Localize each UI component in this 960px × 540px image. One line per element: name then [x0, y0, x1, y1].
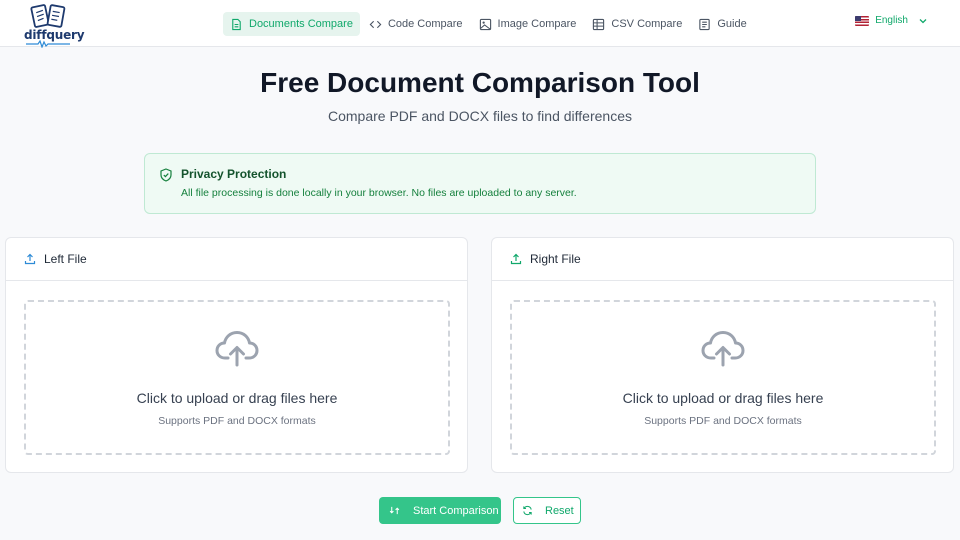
cloud-upload-icon	[701, 331, 745, 367]
top-header: diffquery Documents Compare Code Compare…	[0, 0, 960, 48]
privacy-notice: Privacy Protection All file processing i…	[144, 153, 816, 214]
nav-code-compare[interactable]: Code Compare	[362, 12, 470, 36]
upload-icon	[24, 253, 36, 265]
language-label: English	[875, 15, 908, 26]
right-file-dropzone[interactable]: Click to upload or drag files here Suppo…	[510, 300, 936, 455]
start-comparison-label: Start Comparison	[413, 504, 499, 517]
dropzone-text: Click to upload or drag files here	[622, 390, 824, 406]
dropzone-text: Click to upload or drag files here	[136, 390, 338, 406]
right-file-panel: Right File Click to upload or drag files…	[491, 237, 954, 473]
left-file-dropzone[interactable]: Click to upload or drag files here Suppo…	[24, 300, 450, 455]
panel-title: Right File	[530, 252, 581, 266]
us-flag-icon	[855, 15, 870, 26]
logo-icon	[30, 4, 66, 28]
reset-label: Reset	[545, 504, 574, 517]
code-icon	[369, 20, 382, 28]
language-selector[interactable]: English	[855, 15, 928, 26]
upload-icon	[510, 253, 522, 265]
nav-label: Code Compare	[387, 18, 463, 30]
main-nav: Documents Compare Code Compare Image Com…	[223, 12, 754, 36]
nav-label: CSV Compare	[611, 18, 683, 30]
nav-documents-compare[interactable]: Documents Compare	[223, 12, 360, 36]
nav-guide[interactable]: Guide	[691, 12, 753, 36]
table-icon	[593, 18, 605, 30]
brand-logo[interactable]: diffquery	[24, 2, 85, 48]
nav-label: Documents Compare	[249, 18, 353, 30]
page-subtitle: Compare PDF and DOCX files to find diffe…	[328, 108, 632, 124]
nav-csv-compare[interactable]: CSV Compare	[585, 12, 689, 36]
privacy-text: All file processing is done locally in y…	[181, 187, 577, 199]
left-file-panel: Left File Click to upload or drag files …	[5, 237, 468, 473]
nav-image-compare[interactable]: Image Compare	[472, 12, 584, 36]
cloud-upload-icon	[215, 331, 259, 367]
nav-label: Guide	[717, 18, 747, 30]
dropzone-hint: Supports PDF and DOCX formats	[644, 415, 802, 427]
dropzone-hint: Supports PDF and DOCX formats	[158, 415, 316, 427]
reset-button[interactable]: Reset	[513, 497, 581, 524]
document-icon	[232, 18, 241, 30]
logo-wave-icon	[26, 40, 70, 48]
panel-header: Right File	[492, 238, 953, 281]
start-comparison-button[interactable]: Start Comparison	[379, 497, 501, 524]
swap-icon	[389, 506, 400, 515]
privacy-title: Privacy Protection	[181, 167, 287, 181]
chevron-down-icon	[919, 18, 927, 23]
shield-check-icon	[160, 168, 172, 182]
page-title: Free Document Comparison Tool	[260, 67, 700, 98]
nav-label: Image Compare	[497, 18, 577, 30]
panel-title: Left File	[44, 252, 87, 266]
image-icon	[479, 18, 491, 30]
panel-header: Left File	[6, 238, 467, 281]
book-icon	[699, 18, 711, 30]
refresh-icon	[523, 505, 532, 516]
